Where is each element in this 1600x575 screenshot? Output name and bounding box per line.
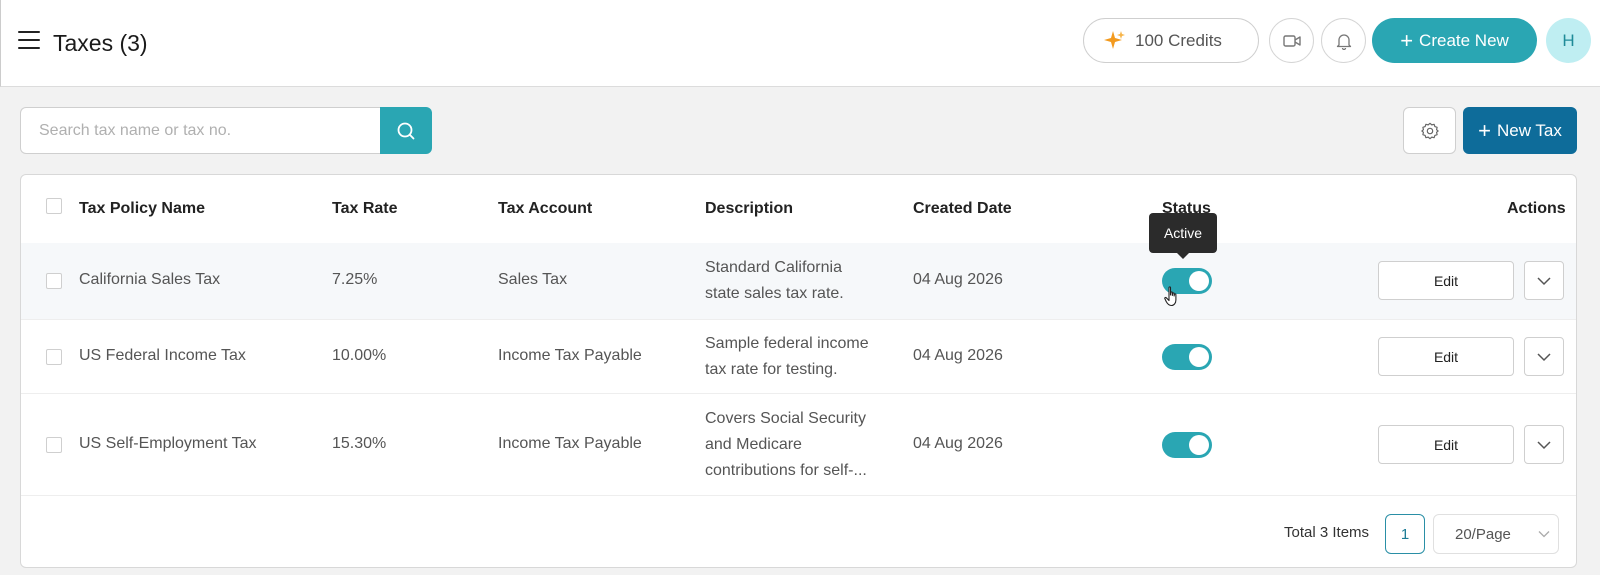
tax-rate: 7.25% [332,271,378,288]
status-tooltip: Active [1149,213,1217,259]
row-actions-dropdown[interactable] [1524,425,1564,464]
gear-icon [1420,122,1439,139]
tax-description: Sample federal income tax rate for testi… [705,331,885,383]
description-line: Sample federal income [705,335,869,352]
status-toggle[interactable] [1162,344,1212,370]
search-input[interactable] [20,107,380,154]
table-row: California Sales Tax 7.25% Sales Tax Sta… [21,243,1576,319]
credits-button[interactable]: 100 Credits [1083,18,1259,63]
avatar[interactable]: H [1546,18,1591,63]
top-header: Taxes (3) 100 Credits + Create New H [0,0,1600,87]
tax-account: Income Tax Payable [498,347,642,364]
page-title: Taxes (3) [53,30,148,56]
tax-rate: 10.00% [332,347,387,364]
search-button[interactable] [380,107,432,154]
menu-icon[interactable] [18,31,40,49]
description-line: Covers Social Security [705,410,866,427]
row-checkbox[interactable] [46,437,62,453]
row-actions-dropdown[interactable] [1524,337,1564,376]
tax-description: Standard California state sales tax rate… [705,255,885,307]
tax-table: Tax Policy Name Tax Rate Tax Account Des… [20,174,1577,568]
chevron-down-icon [1537,352,1551,361]
sparkle-icon [1104,30,1125,49]
search-bar [20,107,432,154]
tax-rate: 15.30% [332,435,387,452]
select-all-checkbox[interactable] [46,198,62,214]
tax-account: Income Tax Payable [498,435,642,452]
page-size-value: 20/Page [1455,525,1511,543]
description-line: state sales tax rate. [705,285,844,302]
page-1-button[interactable]: 1 [1385,514,1425,554]
tax-name: US Self-Employment Tax [79,435,257,452]
search-icon [397,122,415,139]
edit-button[interactable]: Edit [1378,425,1514,464]
credits-label: 100 Credits [1135,30,1222,50]
video-button[interactable] [1269,18,1314,63]
plus-icon: + [1478,117,1491,143]
column-header-tax-policy-name[interactable]: Tax Policy Name [79,200,205,218]
tax-name: US Federal Income Tax [79,347,246,364]
notifications-button[interactable] [1321,18,1366,63]
status-toggle[interactable] [1162,432,1212,458]
column-header-tax-account[interactable]: Tax Account [498,200,592,218]
column-header-description[interactable]: Description [705,200,793,218]
plus-icon: + [1400,27,1414,53]
row-checkbox[interactable] [46,349,62,365]
table-row: US Federal Income Tax 10.00% Income Tax … [21,319,1576,393]
created-date: 04 Aug 2026 [913,271,1003,288]
description-line: and Medicare [705,436,802,453]
hand-cursor-icon [1164,286,1177,307]
description-line: contributions for self-... [705,462,867,479]
created-date: 04 Aug 2026 [913,347,1003,364]
edit-button[interactable]: Edit [1378,261,1514,300]
created-date: 04 Aug 2026 [913,435,1003,452]
chevron-down-icon [1538,531,1550,538]
table-row: US Self-Employment Tax 15.30% Income Tax… [21,393,1576,496]
total-items-label: Total 3 Items [1284,524,1370,541]
new-tax-button[interactable]: + New Tax [1463,107,1577,154]
create-new-button[interactable]: + Create New [1372,18,1537,63]
row-actions-dropdown[interactable] [1524,261,1564,300]
page-size-select[interactable]: 20/Page [1433,514,1559,554]
column-header-actions: Actions [1507,200,1566,217]
column-header-created-date[interactable]: Created Date [913,200,1012,218]
row-checkbox[interactable] [46,273,62,289]
create-new-label: Create New [1419,30,1509,50]
column-header-tax-rate[interactable]: Tax Rate [332,200,398,218]
tax-account: Sales Tax [498,271,568,288]
chevron-down-icon [1537,276,1551,285]
video-camera-icon [1282,34,1301,47]
edit-button[interactable]: Edit [1378,337,1514,376]
tax-description: Covers Social Security and Medicare cont… [705,406,885,484]
chevron-down-icon [1537,440,1551,449]
description-line: tax rate for testing. [705,361,838,378]
new-tax-label: New Tax [1496,120,1562,140]
settings-button[interactable] [1403,107,1456,154]
bell-icon [1336,33,1351,50]
tax-name: California Sales Tax [79,271,221,288]
description-line: Standard California [705,259,842,276]
